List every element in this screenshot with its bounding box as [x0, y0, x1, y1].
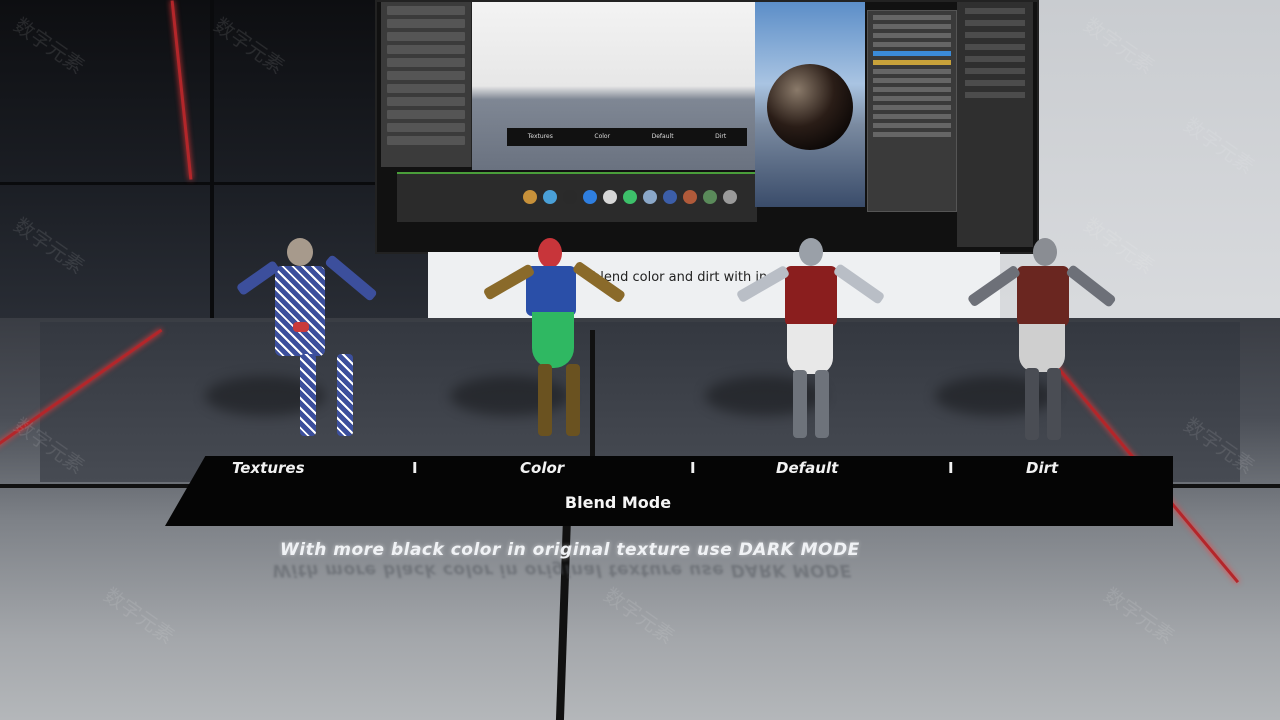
dark-mode-hint-text: With more black color in original textur… [280, 540, 860, 560]
character-textures [205, 236, 395, 446]
wall-seam [210, 0, 214, 330]
mini-label: Default [651, 133, 674, 140]
label-dirt: Dirt [1026, 459, 1059, 477]
editor-outliner-panel [381, 2, 472, 167]
character-default [705, 236, 895, 446]
material-preview [755, 2, 865, 207]
label-color: Color [520, 459, 565, 477]
label-default: Default [776, 459, 839, 477]
game-scene: Textures Color Default Dirt blend color … [0, 0, 1280, 720]
mini-label: Dirt [715, 133, 727, 140]
blend-mode-labels: Textures I Color I Default I Dirt [200, 459, 1120, 479]
label-separator: I [412, 459, 418, 477]
label-separator: I [690, 459, 696, 477]
editor-content-browser [397, 172, 757, 222]
mini-label: Textures [527, 133, 553, 140]
character-dirt [935, 236, 1125, 446]
wall-seam [0, 182, 400, 185]
editor-palette-panel [957, 2, 1033, 247]
mini-label: Color [594, 133, 611, 140]
material-sphere [767, 64, 853, 150]
label-separator: I [948, 459, 954, 477]
editor-screenshot-billboard: Textures Color Default Dirt [375, 0, 1039, 254]
label-textures: Textures [232, 459, 305, 477]
viewport-mini-label-plate: Textures Color Default Dirt [507, 128, 747, 146]
material-details-panel [867, 10, 957, 212]
character-color [450, 236, 640, 446]
blend-mode-title: Blend Mode [564, 493, 672, 512]
dark-mode-hint-reflection: With more black color in original textur… [272, 560, 852, 580]
